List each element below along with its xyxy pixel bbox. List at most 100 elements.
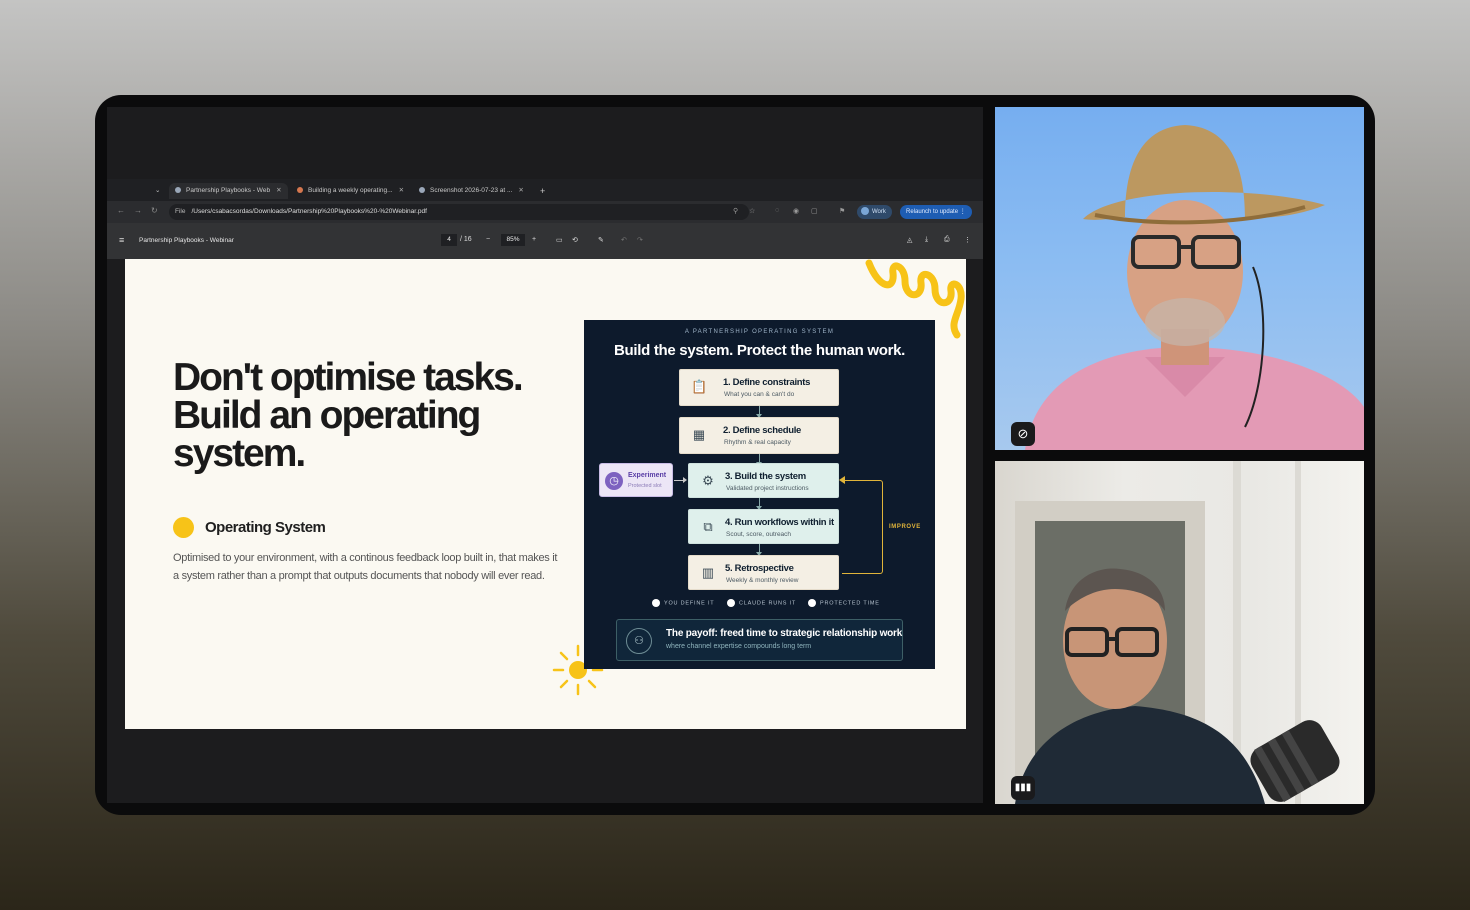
- reload-icon[interactable]: ↻: [151, 206, 158, 215]
- extension-icon[interactable]: ◉: [793, 207, 799, 215]
- legend-label: CLAUDE RUNS IT: [739, 600, 797, 607]
- avatar: [861, 207, 869, 216]
- legend-item: PROTECTED TIME: [808, 599, 880, 607]
- flow-arrow: [756, 544, 762, 556]
- flow-arrow: [756, 498, 762, 510]
- redo-icon[interactable]: ↷: [637, 236, 643, 244]
- calendar-icon: ▦: [692, 427, 706, 442]
- operating-system-diagram: A PARTNERSHIP OPERATING SYSTEM Build the…: [584, 320, 935, 669]
- experiment-box: ◷ Experiment Protected slot: [599, 463, 673, 497]
- url-text: /Users/csabacsordas/Downloads/Partnershi…: [191, 208, 427, 215]
- address-bar-row: ← → ↻ File/Users/csabacsordas/Downloads/…: [107, 201, 983, 223]
- extension-icon[interactable]: ◌: [775, 207, 779, 214]
- extension-icon[interactable]: ⚑: [839, 207, 845, 215]
- speaking-icon: ▮▮▮: [1011, 776, 1035, 800]
- tab-bar: ⌄ Partnership Playbooks - Web ✕ Building …: [107, 179, 983, 201]
- participant-video-2[interactable]: ▮▮▮: [995, 461, 1364, 804]
- legend-dot: [808, 599, 816, 607]
- improve-arrowhead: [839, 476, 845, 484]
- download-icon[interactable]: ⤓: [925, 236, 928, 244]
- tab-label: Screenshot 2026-07-23 at ...: [430, 187, 513, 194]
- chart-icon: ▥: [701, 565, 715, 580]
- step-subtitle: Validated project instructions: [726, 485, 809, 492]
- profile-chip[interactable]: Work: [857, 205, 892, 219]
- step-title: 2. Define schedule: [723, 425, 802, 436]
- extension-icon[interactable]: ▢: [811, 207, 818, 215]
- undo-icon[interactable]: ↶: [621, 236, 627, 244]
- rotate-icon[interactable]: ⟲: [572, 236, 578, 244]
- step-subtitle: What you can & can't do: [724, 391, 795, 398]
- file-chip: File: [175, 208, 186, 215]
- step-subtitle: Scout, score, outreach: [726, 531, 792, 538]
- step-subtitle: Rhythm & real capacity: [724, 439, 791, 446]
- legend-label: YOU DEFINE IT: [664, 600, 715, 607]
- slide-headline: Don't optimise tasks. Build an operating…: [173, 356, 524, 475]
- step-title: 4. Run workflows within it: [725, 517, 834, 528]
- close-icon[interactable]: ✕: [518, 187, 523, 194]
- print-icon[interactable]: ⎙: [944, 236, 950, 244]
- screen-share: ⌄ Partnership Playbooks - Web ✕ Building …: [107, 107, 983, 803]
- step-title: 3. Build the system: [725, 471, 806, 482]
- claude-icon: [297, 187, 303, 194]
- relaunch-button[interactable]: Relaunch to update ⋮: [900, 205, 972, 219]
- zoom-in-icon[interactable]: +: [532, 236, 536, 243]
- close-icon[interactable]: ✕: [399, 187, 404, 194]
- section-description: Optimised to your environment, with a co…: [173, 552, 558, 582]
- workflow-icon: ⧉: [703, 519, 713, 534]
- clipboard-icon: 📋: [691, 379, 708, 394]
- tab-label: Partnership Playbooks - Web: [186, 187, 271, 194]
- legend-label: PROTECTED TIME: [820, 600, 880, 607]
- step-subtitle: Weekly & monthly review: [726, 577, 799, 584]
- step-define-constraints: 📋 1. Define constraints What you can & c…: [679, 369, 839, 406]
- bookmark-star-icon[interactable]: ☆: [749, 207, 755, 215]
- zoom-input[interactable]: 85%: [501, 234, 525, 246]
- step-build-system: ⚙ 3. Build the system Validated project …: [688, 463, 839, 498]
- fit-page-icon[interactable]: ▭: [556, 236, 563, 244]
- tab-building-weekly[interactable]: Building a weekly operating... ✕: [297, 183, 404, 199]
- step-define-schedule: ▦ 2. Define schedule Rhythm & real capac…: [679, 417, 839, 454]
- gear-icon: ⚙: [702, 473, 714, 488]
- participant-image: [1015, 461, 1340, 804]
- flow-arrow: [756, 406, 762, 418]
- step-retrospective: ▥ 5. Retrospective Weekly & monthly revi…: [688, 555, 839, 590]
- back-icon[interactable]: ←: [117, 206, 125, 215]
- zoom-out-icon[interactable]: −: [486, 236, 490, 243]
- step-title: 5. Retrospective: [725, 563, 794, 574]
- pdf-toolbar: ≡ Partnership Playbooks - Webinar 4 / 16…: [107, 223, 983, 259]
- people-icon: ⚇: [626, 628, 652, 654]
- slide-page: Don't optimise tasks. Build an operating…: [125, 259, 966, 729]
- legend-dot: [727, 599, 735, 607]
- tab-list-button[interactable]: ⌄: [155, 183, 160, 199]
- more-icon[interactable]: ⋮: [964, 236, 971, 244]
- clock-icon: ◷: [605, 472, 623, 490]
- zoom-icon[interactable]: ⚲: [733, 207, 738, 215]
- legend-item: YOU DEFINE IT: [652, 599, 714, 607]
- mic-muted-icon: ⊘: [1011, 422, 1035, 446]
- participant-image: [1025, 125, 1364, 450]
- experiment-arrow: [674, 477, 687, 483]
- annotate-icon[interactable]: ✎: [598, 236, 604, 244]
- globe-icon: [419, 187, 425, 194]
- diagram-kicker: A PARTNERSHIP OPERATING SYSTEM: [684, 329, 835, 335]
- page-number-input[interactable]: 4: [441, 234, 457, 246]
- section-title: Operating System: [205, 519, 326, 536]
- menu-icon[interactable]: ≡: [119, 235, 124, 245]
- legend-item: CLAUDE RUNS IT: [727, 599, 796, 607]
- page-total: / 16: [460, 236, 472, 243]
- url-input[interactable]: File/Users/csabacsordas/Downloads/Partne…: [169, 204, 749, 220]
- diagram-title: Build the system. Protect the human work…: [613, 342, 906, 359]
- tab-screenshot[interactable]: Screenshot 2026-07-23 at ... ✕: [419, 183, 524, 199]
- experiment-subtitle: Protected slot: [628, 483, 662, 489]
- flow-arrow: [756, 454, 762, 466]
- tab-partnership-playbooks[interactable]: Partnership Playbooks - Web ✕: [169, 183, 288, 199]
- legend-dot: [652, 599, 660, 607]
- accent-dot: [173, 517, 194, 538]
- close-icon[interactable]: ✕: [276, 187, 281, 194]
- profile-label: Work: [872, 209, 886, 215]
- tab-label: Building a weekly operating...: [308, 187, 393, 194]
- new-tab-button[interactable]: +: [540, 183, 545, 199]
- browser-chrome: ⌄ Partnership Playbooks - Web ✕ Building …: [107, 179, 983, 259]
- drive-icon[interactable]: ◬: [907, 236, 912, 244]
- participant-video-1[interactable]: ⊘: [995, 107, 1364, 450]
- forward-icon[interactable]: →: [134, 206, 142, 215]
